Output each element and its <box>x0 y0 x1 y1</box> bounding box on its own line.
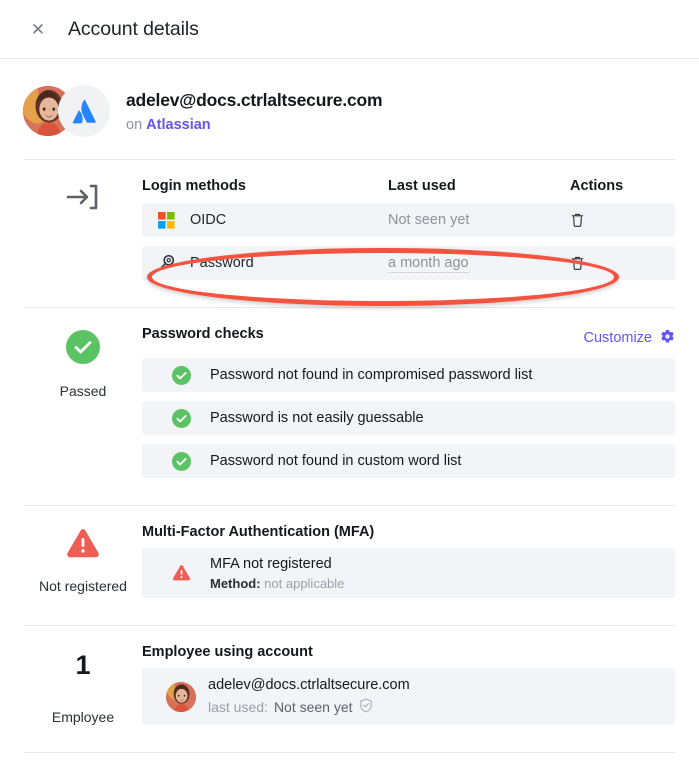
mfa-section: Not registered Multi-Factor Authenticati… <box>0 506 699 625</box>
section-title: Multi-Factor Authentication (MFA) <box>142 524 375 540</box>
login-method-last-used: a month ago <box>388 255 570 273</box>
atlassian-logo-icon <box>58 85 110 137</box>
mfa-row-method: Method: not applicable <box>210 576 344 591</box>
check-circle-icon <box>66 330 100 369</box>
avatar <box>166 681 196 712</box>
column-header-last-used: Last used <box>388 178 456 194</box>
mfa-body: Multi-Factor Authentication (MFA) MFA no… <box>142 522 675 607</box>
employee-aside: 1 Employee <box>24 642 142 734</box>
section-title: Password checks <box>142 326 264 342</box>
account-email: adelev@docs.ctrlaltsecure.com <box>126 89 383 110</box>
last-used-value: a month ago <box>388 255 469 273</box>
login-methods-aside <box>24 176 142 289</box>
page-title: Account details <box>68 17 199 40</box>
close-icon[interactable]: ✕ <box>27 18 49 40</box>
employee-section: 1 Employee Employee using account adelev… <box>0 626 699 752</box>
employee-count: 1 <box>75 650 91 680</box>
key-icon <box>156 253 176 273</box>
password-checks-section: Passed Password checks Customize Passwor… <box>0 308 699 505</box>
panel-header: ✕ Account details <box>0 0 699 59</box>
login-method-actions <box>570 255 675 271</box>
trash-icon[interactable] <box>570 255 585 271</box>
login-method-cell: OIDC <box>142 210 388 230</box>
login-method-cell: Password <box>142 253 388 273</box>
check-circle-icon <box>170 450 192 472</box>
mfa-method-label: Method: <box>210 575 261 591</box>
employee-count-label: Employee <box>51 709 115 725</box>
column-header-actions: Actions <box>570 178 624 194</box>
list-item: Password is not easily guessable <box>142 401 675 435</box>
password-checks-status-label: Passed <box>59 383 107 399</box>
login-method-name: Password <box>190 255 254 271</box>
password-checks-body: Password checks Customize Password not f… <box>142 324 675 487</box>
table-row[interactable]: Password a month ago <box>142 246 675 280</box>
login-methods-body: Login methods Last used Actions OIDC Not… <box>142 176 675 289</box>
login-methods-header-row: Login methods Last used Actions <box>142 178 675 203</box>
list-item: Password not found in custom word list <box>142 444 675 478</box>
column-header-method: Login methods <box>142 178 246 194</box>
login-methods-section: Login methods Last used Actions OIDC Not… <box>0 160 699 307</box>
account-identity: adelev@docs.ctrlaltsecure.com on Atlassi… <box>0 59 699 159</box>
section-title: Employee using account <box>142 644 313 660</box>
on-label: on <box>126 116 143 133</box>
login-method-actions <box>570 212 675 228</box>
password-check-label: Password not found in compromised passwo… <box>210 367 533 383</box>
mfa-status-label: Not registered <box>39 578 127 594</box>
list-item: Password not found in compromised passwo… <box>142 358 675 392</box>
login-method-name: OIDC <box>190 212 227 228</box>
mfa-row-text: MFA not registered Method: not applicabl… <box>210 556 344 591</box>
password-check-label: Password not found in custom word list <box>210 453 462 469</box>
divider <box>24 752 675 753</box>
warning-triangle-icon <box>66 528 100 564</box>
gear-icon <box>660 329 675 348</box>
trash-icon[interactable] <box>570 212 585 228</box>
mfa-aside: Not registered <box>24 522 142 607</box>
employee-last-used-value: Not seen yet <box>273 699 353 715</box>
list-item[interactable]: adelev@docs.ctrlaltsecure.com last used:… <box>142 668 675 725</box>
identity-text: adelev@docs.ctrlaltsecure.com on Atlassi… <box>126 89 383 133</box>
table-row[interactable]: OIDC Not seen yet <box>142 203 675 237</box>
employee-row-text: adelev@docs.ctrlaltsecure.com last used:… <box>208 677 410 716</box>
mfa-row-title: MFA not registered <box>210 555 332 572</box>
customize-button[interactable]: Customize <box>584 329 676 348</box>
warning-triangle-icon <box>170 562 192 584</box>
employee-last-used: last used: Not seen yet <box>208 698 410 716</box>
employee-email: adelev@docs.ctrlaltsecure.com <box>208 677 410 693</box>
app-link-atlassian[interactable]: Atlassian <box>146 117 210 133</box>
check-circle-icon <box>170 407 192 429</box>
employee-body: Employee using account adelev@docs.ctrla… <box>142 642 675 734</box>
mfa-method-value: not applicable <box>264 575 345 591</box>
password-checks-header: Password checks Customize <box>142 326 675 350</box>
account-details-panel: ✕ Account details adelev@docs.ctrlaltsec… <box>0 0 699 780</box>
customize-label: Customize <box>583 330 653 346</box>
password-checks-aside: Passed <box>24 324 142 487</box>
login-method-last-used: Not seen yet <box>388 212 470 228</box>
shield-check-icon <box>359 698 373 716</box>
list-item: MFA not registered Method: not applicabl… <box>142 548 675 598</box>
employee-last-used-label: last used: <box>208 699 268 715</box>
login-arrow-icon <box>66 182 100 217</box>
account-app-line: on Atlassian <box>126 117 382 133</box>
password-check-label: Password is not easily guessable <box>210 410 424 426</box>
avatar-stack <box>22 85 110 137</box>
microsoft-logo-icon <box>156 210 176 230</box>
check-circle-icon <box>170 364 192 386</box>
